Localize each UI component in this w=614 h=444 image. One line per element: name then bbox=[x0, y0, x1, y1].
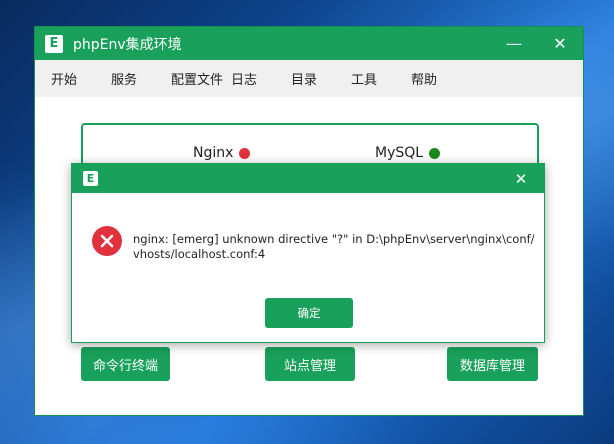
close-icon: ✕ bbox=[514, 169, 528, 188]
service-mysql: MySQL bbox=[375, 145, 441, 161]
status-stopped-icon bbox=[239, 147, 251, 159]
menu-start[interactable]: 开始 bbox=[51, 69, 111, 88]
app-logo-icon: E bbox=[83, 171, 98, 186]
menu-help[interactable]: 帮助 bbox=[411, 69, 471, 88]
database-management-button[interactable]: 数据库管理 bbox=[447, 347, 538, 381]
status-running-icon bbox=[429, 147, 441, 159]
dialog-title-bar[interactable]: E ✕ bbox=[72, 164, 544, 193]
site-management-button[interactable]: 站点管理 bbox=[265, 347, 355, 381]
title-bar[interactable]: E phpEnv集成环境 — ✕ bbox=[35, 27, 583, 60]
menu-config-files[interactable]: 配置文件 bbox=[171, 69, 231, 88]
menu-bar: 开始 服务 配置文件 日志 目录 工具 帮助 bbox=[35, 60, 583, 97]
menu-directory[interactable]: 目录 bbox=[291, 69, 351, 88]
dialog-close-button[interactable]: ✕ bbox=[498, 164, 544, 193]
menu-logs[interactable]: 日志 bbox=[231, 69, 291, 88]
error-message: nginx: [emerg] unknown directive "?" in … bbox=[133, 232, 543, 262]
terminal-button[interactable]: 命令行终端 bbox=[81, 347, 170, 381]
minimize-button[interactable]: — bbox=[491, 27, 537, 60]
error-message-line: vhosts/localhost.conf:4 bbox=[133, 247, 266, 261]
window-title: phpEnv集成环境 bbox=[73, 36, 182, 53]
menu-tools[interactable]: 工具 bbox=[351, 69, 411, 88]
close-button[interactable]: ✕ bbox=[537, 27, 583, 60]
service-nginx: Nginx bbox=[193, 145, 251, 161]
app-logo-icon: E bbox=[45, 34, 63, 53]
service-name: Nginx bbox=[193, 145, 234, 161]
error-message-line: nginx: [emerg] unknown directive "?" in … bbox=[133, 232, 535, 246]
menu-services[interactable]: 服务 bbox=[111, 69, 171, 88]
close-icon: ✕ bbox=[553, 34, 567, 53]
service-name: MySQL bbox=[375, 145, 424, 161]
error-dialog: E ✕ nginx: [emerg] unknown directive "?"… bbox=[71, 163, 545, 343]
minimize-icon: — bbox=[506, 34, 522, 53]
error-icon bbox=[92, 226, 122, 256]
ok-button[interactable]: 确定 bbox=[265, 298, 353, 328]
